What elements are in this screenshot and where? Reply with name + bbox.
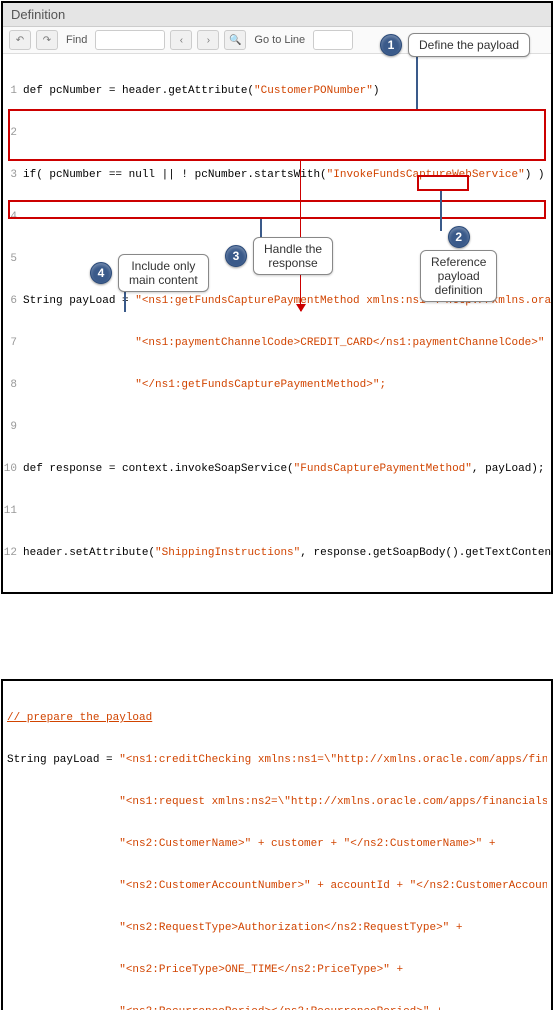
code-editor[interactable]: 1def pcNumber = header.getAttribute("Cus… (3, 54, 551, 592)
code-token: "<ns2:RequestType>Authorization</ns2:Req… (119, 922, 462, 934)
find-label: Find (63, 34, 90, 46)
undo-icon[interactable]: ↶ (9, 30, 31, 50)
code-token: "<ns1:request xmlns:ns2=\"http://xmlns.o… (119, 796, 547, 808)
redo-icon[interactable]: ↷ (36, 30, 58, 50)
callout-3: 3 Handle the response (225, 237, 333, 275)
code-token: String payLoad = (7, 754, 119, 766)
code-token: "<ns2:CustomerAccountNumber>" + accountI… (119, 880, 547, 892)
code-token: "FundsCapturePaymentMethod" (294, 463, 472, 475)
callout-label: Reference payload definition (420, 250, 497, 302)
code-token: "<ns2:CustomerName>" + customer + "</ns2… (119, 838, 495, 850)
arrow-down-icon (300, 161, 301, 311)
code-token: "<ns2:RecurrencePeriod></ns2:RecurrenceP… (119, 1006, 442, 1010)
code-token: "CustomerPONumber" (254, 85, 373, 97)
goto-input[interactable] (313, 30, 353, 50)
code-token: ) (373, 85, 380, 97)
callout-label: Include only main content (118, 254, 209, 292)
callout-2: 2 Reference payload definition (420, 226, 497, 302)
callout-label: Define the payload (408, 33, 530, 57)
code-token: def response = context.invokeSoapService… (23, 463, 294, 475)
code-token: "</ns1:getFundsCapturePaymentMethod>"; (135, 379, 386, 391)
code-token: String payLoad = (23, 295, 135, 307)
lower-panel: // prepare the payload String payLoad = … (1, 679, 553, 1010)
code-token: "ShippingInstructions" (155, 547, 300, 559)
search-icon[interactable]: 🔍 (224, 30, 246, 50)
callout-number: 4 (90, 262, 112, 284)
code-token: "<ns1:paymentChannelCode>CREDIT_CARD</ns… (135, 337, 551, 349)
next-icon[interactable]: › (197, 30, 219, 50)
code-token: "InvokeFundsCaptureWebService" (327, 169, 525, 181)
panel-title: Definition (3, 3, 551, 27)
callout-number: 1 (380, 34, 402, 56)
callout-number: 2 (448, 226, 470, 248)
code-block: // prepare the payload String payLoad = … (7, 683, 547, 1010)
code-token: header.setAttribute( (23, 547, 155, 559)
code-comment: // prepare the payload (7, 712, 152, 724)
code-token: "<ns2:PriceType>ONE_TIME</ns2:PriceType>… (119, 964, 403, 976)
connector (440, 191, 442, 231)
callout-4: 4 Include only main content (90, 254, 209, 292)
callout-1: 1 Define the payload (380, 33, 530, 57)
code-token: def pcNumber = header.getAttribute( (23, 85, 254, 97)
code-token: ) ) return; (525, 169, 551, 181)
find-input[interactable] (95, 30, 165, 50)
code-token: "<ns1:creditChecking xmlns:ns1=\"http://… (119, 754, 547, 766)
callout-label: Handle the response (253, 237, 333, 275)
callout-number: 3 (225, 245, 247, 267)
code-token: , payLoad); (472, 463, 545, 475)
code-token: if( pcNumber == null || ! pcNumber.start… (23, 169, 327, 181)
code-token: , response.getSoapBody().getTextContent(… (300, 547, 551, 559)
connector (416, 56, 418, 109)
goto-label: Go to Line (251, 34, 308, 46)
prev-icon[interactable]: ‹ (170, 30, 192, 50)
